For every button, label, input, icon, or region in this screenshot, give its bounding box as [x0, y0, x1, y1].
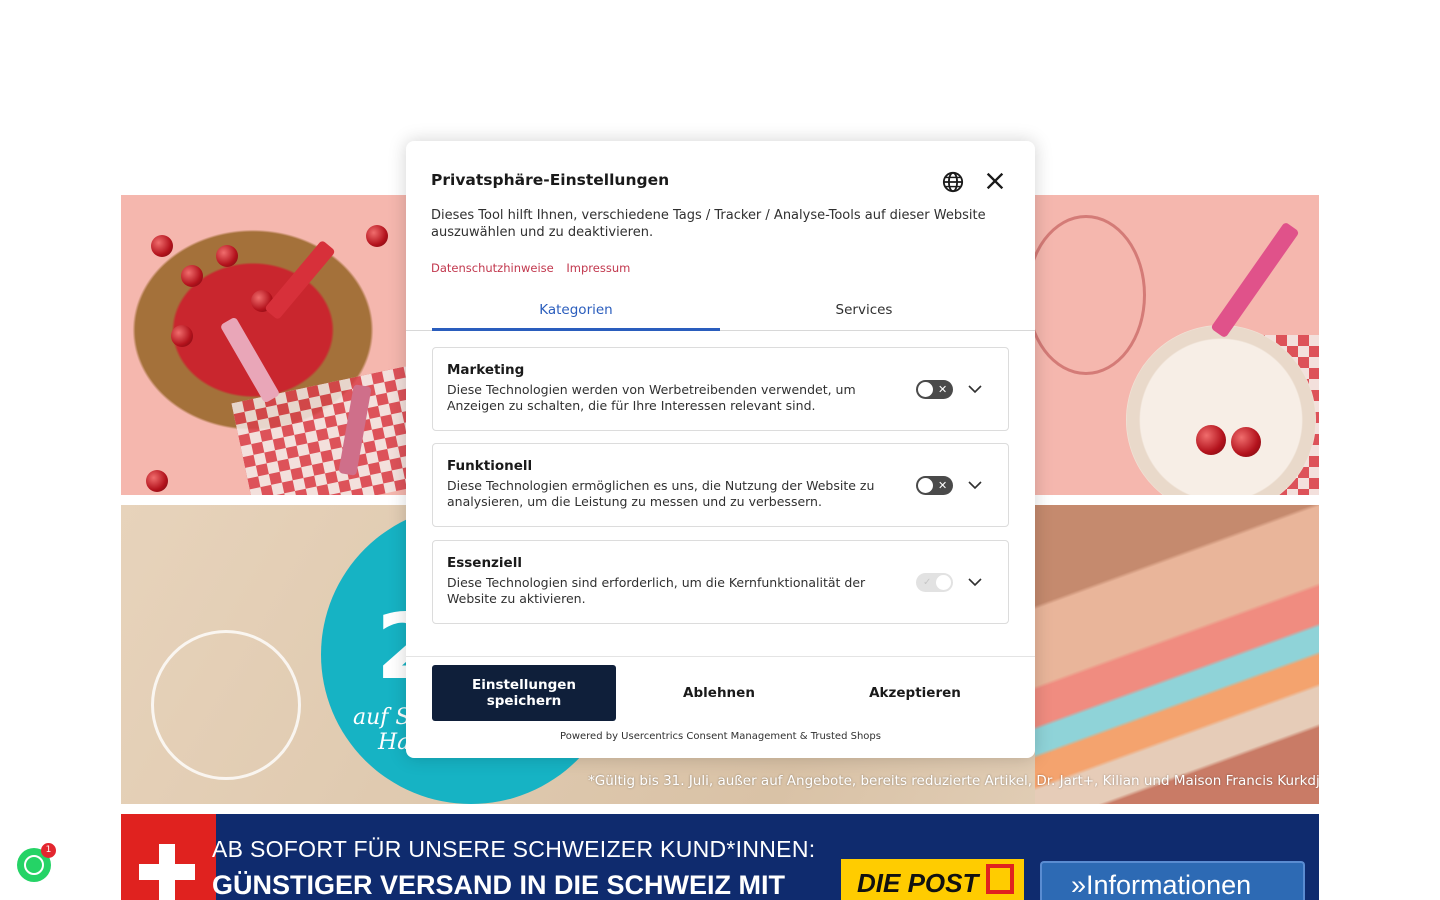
cherry	[171, 325, 193, 347]
toggle-check-icon: ✓	[923, 577, 932, 588]
cherry	[216, 245, 238, 267]
close-icon[interactable]	[984, 170, 1006, 192]
category-funktionell: Funktionell Diese Technologien ermöglich…	[432, 443, 1009, 527]
toggle-off-icon: ✕	[938, 479, 948, 492]
category-title: Funktionell	[447, 458, 533, 474]
die-post-logo-text: DIE POST	[857, 868, 979, 898]
category-title: Essenziell	[447, 555, 522, 571]
tab-services[interactable]: Services	[720, 302, 1008, 318]
gradmann-stamp-image	[1026, 215, 1146, 375]
toggle-off-icon: ✕	[938, 383, 948, 396]
swimsuit-image	[1035, 505, 1319, 804]
dialog-links: Datenschutzhinweise Impressum	[431, 261, 639, 275]
gradmann-seal-logo	[151, 630, 301, 780]
sale-footnote: *Gültig bis 31. Juli, außer auf Angebote…	[588, 773, 1319, 789]
informationen-button-label[interactable]: »Informationen	[1071, 870, 1251, 900]
powered-by-text: Powered by Usercentrics Consent Manageme…	[560, 731, 881, 742]
cherry	[151, 235, 173, 257]
privacy-settings-dialog: Privatsphäre-Einstellungen Dieses Tool h…	[406, 141, 1035, 758]
marketing-toggle[interactable]: ✕	[916, 380, 953, 399]
cherry	[1231, 427, 1261, 457]
cherry	[146, 470, 168, 492]
dialog-title: Privatsphäre-Einstellungen	[431, 171, 670, 189]
category-description: Diese Technologien sind erforderlich, um…	[447, 575, 866, 606]
category-title: Marketing	[447, 362, 525, 378]
dialog-intro-text: Dieses Tool hilft Ihnen, verschiedene Ta…	[431, 208, 986, 240]
swiss-banner-subheadline: GÜNSTIGER VERSAND IN DIE SCHWEIZ MIT	[212, 870, 786, 900]
category-description: Diese Technologien werden von Werbetreib…	[447, 382, 856, 413]
footer-divider	[406, 656, 1035, 657]
category-description: Diese Technologien ermöglichen es uns, d…	[447, 478, 875, 509]
swiss-banner-headline: AB SOFORT FÜR UNSERE SCHWEIZER KUND*INNE…	[212, 836, 816, 862]
deny-button[interactable]: Ablehnen	[627, 665, 811, 721]
tab-kategorien[interactable]: Kategorien	[432, 302, 720, 318]
toggle-knob	[918, 478, 933, 493]
cherry	[1196, 425, 1226, 455]
banner-swiss-shipping[interactable]: AB SOFORT FÜR UNSERE SCHWEIZER KUND*INNE…	[121, 814, 1319, 900]
cherry	[366, 225, 388, 247]
toggle-knob	[918, 382, 933, 397]
swiss-cross-horizontal	[139, 864, 195, 880]
whatsapp-glyph	[24, 855, 44, 875]
imprint-link[interactable]: Impressum	[566, 261, 630, 275]
save-settings-button[interactable]: Einstellungen speichern	[432, 665, 616, 721]
active-tab-indicator	[432, 328, 720, 331]
category-marketing: Marketing Diese Technologien werden von …	[432, 347, 1009, 431]
funktionell-toggle[interactable]: ✕	[916, 476, 953, 495]
post-cross-icon	[986, 864, 1014, 894]
cherry	[181, 265, 203, 287]
chevron-down-icon[interactable]	[967, 575, 983, 589]
accept-button[interactable]: Akzeptieren	[823, 665, 1007, 721]
globe-icon[interactable]	[942, 171, 964, 193]
essenziell-toggle-disabled: ✓	[916, 573, 953, 592]
category-essenziell: Essenziell Diese Technologien sind erfor…	[432, 540, 1009, 624]
chevron-down-icon[interactable]	[967, 382, 983, 396]
whatsapp-notification-badge: 1	[41, 843, 56, 858]
lipgloss-image	[1210, 221, 1300, 339]
dialog-tabs: Kategorien Services	[406, 296, 1035, 331]
chevron-down-icon[interactable]	[967, 478, 983, 492]
privacy-policy-link[interactable]: Datenschutzhinweise	[431, 261, 554, 275]
toggle-knob	[936, 575, 951, 590]
